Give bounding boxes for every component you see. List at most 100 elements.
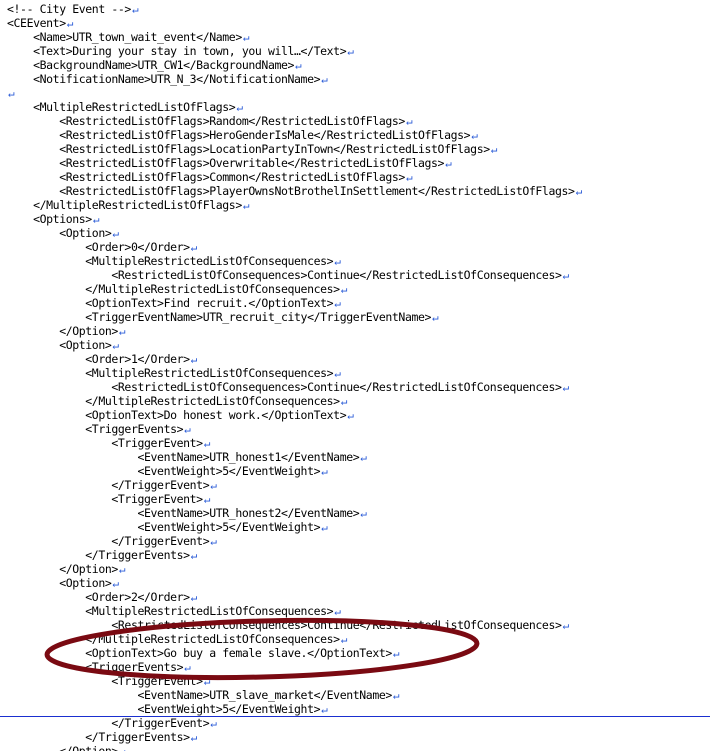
code-line-text: </MultipleRestrictedListOfFlags> [7,198,242,212]
code-line-text: <RestrictedListOfFlags>HeroGenderIsMale<… [7,128,471,142]
code-line[interactable]: <TriggerEvent>↵ [7,674,582,688]
code-line-text: <EventWeight>5</EventWeight> [7,702,321,716]
code-line-text: </MultipleRestrictedListOfConsequences> [7,394,340,408]
code-line[interactable]: <Order>0</Order>↵ [7,240,582,254]
line-break-icon: ↵ [340,283,348,296]
line-break-icon: ↵ [8,87,15,100]
line-break-icon: ↵ [432,311,439,324]
line-break-icon: ↵ [210,535,217,548]
code-line[interactable]: <Order>1</Order>↵ [7,352,582,366]
code-line-text: </TriggerEvent> [7,534,210,548]
code-line-text: <RestrictedListOfFlags>Common</Restricte… [7,170,405,184]
code-line[interactable]: </TriggerEvent>↵ [7,478,582,492]
code-line-text: <CEEvent> [7,16,66,30]
line-break-icon: ↵ [347,409,354,422]
code-line[interactable]: <Options>↵ [7,212,582,226]
code-line[interactable]: <Order>2</Order>↵ [7,590,582,604]
code-line[interactable]: <TriggerEventName>UTR_recruit_city</Trig… [7,310,582,324]
code-line[interactable]: </Option>↵ [7,744,582,751]
code-line[interactable]: </TriggerEvent>↵ [7,716,582,730]
code-line[interactable]: <EventWeight>5</EventWeight>↵ [7,520,582,534]
line-break-icon: ↵ [340,395,348,408]
line-break-icon: ↵ [321,703,328,716]
code-line-text: </Option> [7,324,118,338]
line-break-icon: ↵ [190,549,198,562]
code-line[interactable]: <MultipleRestrictedListOfFlags>↵ [7,100,582,114]
code-line[interactable]: <MultipleRestrictedListOfConsequences>↵ [7,604,582,618]
code-line-text: </MultipleRestrictedListOfConsequences> [7,282,340,296]
code-line[interactable]: <RestrictedListOfConsequences>Continue</… [7,268,582,282]
code-line-text: </TriggerEvent> [7,716,210,730]
code-line[interactable]: <RestrictedListOfFlags>LocationPartyInTo… [7,142,582,156]
code-line[interactable]: <EventWeight>5</EventWeight>↵ [7,702,582,716]
code-line-text: <EventName>UTR_honest2</EventName> [7,506,360,520]
code-line[interactable]: <Option>↵ [7,576,582,590]
code-line[interactable]: <MultipleRestrictedListOfConsequences>↵ [7,254,582,268]
code-line[interactable]: <EventWeight>5</EventWeight>↵ [7,464,582,478]
line-break-icon: ↵ [118,563,126,576]
code-line[interactable]: <OptionText>Go buy a female slave.</Opti… [7,646,582,660]
code-line[interactable]: </TriggerEvents>↵ [7,548,582,562]
code-line-text: <TriggerEvent> [7,436,203,450]
code-line[interactable]: <CEEvent>↵ [7,16,582,30]
code-line[interactable]: </MultipleRestrictedListOfConsequences>↵ [7,394,582,408]
code-line-text: </Option> [7,744,118,751]
code-line[interactable]: <MultipleRestrictedListOfConsequences>↵ [7,366,582,380]
code-line[interactable]: <RestrictedListOfFlags>HeroGenderIsMale<… [7,128,582,142]
line-break-icon: ↵ [392,689,400,702]
line-break-icon: ↵ [190,591,198,604]
code-line[interactable]: <OptionText>Do honest work.</OptionText>… [7,408,582,422]
code-line[interactable]: <EventName>UTR_honest1</EventName>↵ [7,450,582,464]
code-line[interactable]: <Name>UTR_town_wait_event</Name>↵ [7,30,582,44]
line-break-icon: ↵ [112,577,119,590]
code-line[interactable]: <RestrictedListOfConsequences>Continue</… [7,380,582,394]
code-line-text: </Option> [7,562,118,576]
line-break-icon: ↵ [321,73,328,86]
code-line[interactable]: </MultipleRestrictedListOfFlags>↵ [7,198,582,212]
code-line[interactable]: <EventName>UTR_honest2</EventName>↵ [7,506,582,520]
xml-text-editor[interactable]: <!-- City Event -->↵ <CEEvent>↵ <Name>UTR… [0,0,710,751]
line-break-icon: ↵ [334,367,341,380]
code-line[interactable]: <BackgroundName>UTR_CW1</BackgroundName>… [7,58,582,72]
code-line[interactable]: <Text>During your stay in town, you will… [7,44,582,58]
code-line[interactable]: <TriggerEvents>↵ [7,660,582,674]
code-line[interactable]: <Option>↵ [7,338,582,352]
code-line-text: <EventWeight>5</EventWeight> [7,464,321,478]
code-line[interactable]: </MultipleRestrictedListOfConsequences>↵ [7,632,582,646]
line-break-icon: ↵ [471,129,478,142]
code-line-text: <OptionText>Go buy a female slave.</Opti… [7,646,392,660]
code-line[interactable]: <Option>↵ [7,226,582,240]
code-line[interactable]: <TriggerEvent>↵ [7,436,582,450]
line-break-icon: ↵ [119,745,126,751]
code-line-text: <MultipleRestrictedListOfConsequences> [7,254,334,268]
code-line-text: <RestrictedListOfFlags>PlayerOwnsNotBrot… [7,184,575,198]
code-line[interactable]: </TriggerEvents>↵ [7,730,582,744]
code-line-text: <EventName>UTR_slave_market</EventName> [7,688,392,702]
line-break-icon: ↵ [236,101,243,114]
code-line[interactable]: <EventName>UTR_slave_market</EventName>↵ [7,688,582,702]
code-line[interactable]: </Option>↵ [7,562,582,576]
code-line[interactable]: <TriggerEvent>↵ [7,492,582,506]
code-line-text: <RestrictedListOfConsequences>Continue</… [7,380,562,394]
code-line-text: <Option> [7,338,112,352]
code-line[interactable]: <RestrictedListOfConsequences>Continue</… [7,618,582,632]
line-break-icon: ↵ [118,325,126,338]
line-break-icon: ↵ [562,619,570,632]
code-line-text: <OptionText>Do honest work.</OptionText> [7,408,347,422]
code-line[interactable]: <OptionText>Find recruit.</OptionText>↵ [7,296,582,310]
code-line[interactable]: <RestrictedListOfFlags>Common</Restricte… [7,170,582,184]
code-line[interactable]: <NotificationName>UTR_N_3</NotificationN… [7,72,582,86]
code-line[interactable]: </MultipleRestrictedListOfConsequences>↵ [7,282,582,296]
code-lines[interactable]: <!-- City Event -->↵ <CEEvent>↵ <Name>UTR… [7,2,582,751]
code-line[interactable]: </TriggerEvent>↵ [7,534,582,548]
code-line[interactable]: <!-- City Event -->↵ [7,2,582,16]
code-line[interactable]: <RestrictedListOfFlags>Overwritable</Res… [7,156,582,170]
code-line-text: <RestrictedListOfFlags>LocationPartyInTo… [7,142,490,156]
code-line[interactable]: ↵ [7,86,582,100]
code-line[interactable]: <TriggerEvents>↵ [7,422,582,436]
code-line[interactable]: <RestrictedListOfFlags>PlayerOwnsNotBrot… [7,184,582,198]
code-line-text: <TriggerEvents> [7,422,184,436]
code-line[interactable]: <RestrictedListOfFlags>Random</Restricte… [7,114,582,128]
code-line[interactable]: </Option>↵ [7,324,582,338]
code-line-text: <Name>UTR_town_wait_event</Name> [7,30,242,44]
